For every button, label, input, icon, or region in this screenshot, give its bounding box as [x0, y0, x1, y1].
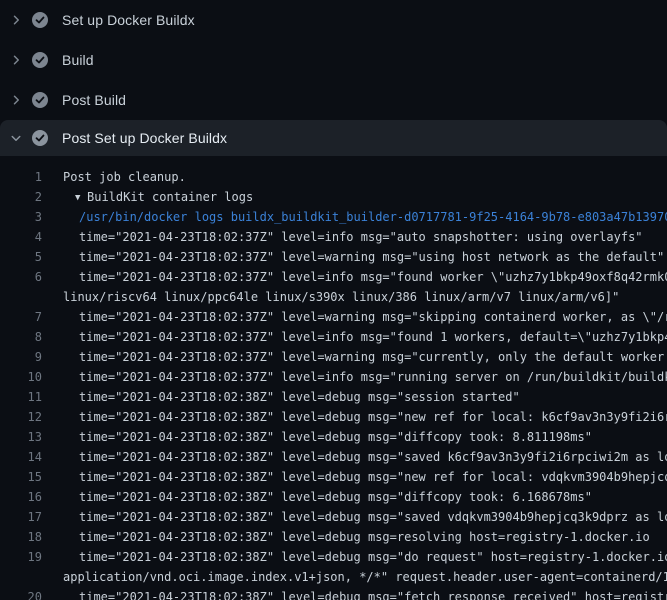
chevron-right-icon — [10, 14, 22, 26]
log-line-number — [0, 287, 42, 307]
log-line: 12 time="2021-04-23T18:02:38Z" level=deb… — [0, 407, 667, 427]
chevron-right-icon — [10, 54, 22, 66]
step-label: Post Build — [62, 92, 126, 108]
step-row-build[interactable]: Build — [0, 40, 667, 80]
log-line: 18 time="2021-04-23T18:02:38Z" level=deb… — [0, 527, 667, 547]
log-line-text: time="2021-04-23T18:02:38Z" level=debug … — [79, 387, 520, 407]
log-line-number[interactable]: 5 — [0, 247, 42, 267]
log-line-number[interactable]: 16 — [0, 487, 42, 507]
step-label: Post Set up Docker Buildx — [62, 130, 227, 146]
step-row-set-up-docker-buildx[interactable]: Set up Docker Buildx — [0, 0, 667, 40]
log-viewer[interactable]: 1 Post job cleanup. 2 ▼BuildKit containe… — [0, 156, 667, 600]
log-line: 5 time="2021-04-23T18:02:37Z" level=warn… — [0, 247, 667, 267]
log-line-text: time="2021-04-23T18:02:38Z" level=debug … — [79, 427, 592, 447]
step-label: Set up Docker Buildx — [62, 12, 195, 28]
log-line-number[interactable]: 3 — [0, 207, 42, 227]
steps-list: Set up Docker Buildx Build Post Build Po… — [0, 0, 667, 156]
check-circle-icon — [32, 92, 48, 108]
log-line: 9 time="2021-04-23T18:02:37Z" level=warn… — [0, 347, 667, 367]
log-line: 17 time="2021-04-23T18:02:38Z" level=deb… — [0, 507, 667, 527]
log-line: 13 time="2021-04-23T18:02:38Z" level=deb… — [0, 427, 667, 447]
log-line-continuation: application/vnd.oci.image.index.v1+json,… — [0, 567, 667, 587]
log-line-number[interactable]: 4 — [0, 227, 42, 247]
log-line-text: time="2021-04-23T18:02:37Z" level=warnin… — [79, 347, 667, 367]
log-group-title: BuildKit container logs — [87, 190, 253, 204]
log-line-number[interactable]: 13 — [0, 427, 42, 447]
log-line-continuation: linux/riscv64 linux/ppc64le linux/s390x … — [0, 287, 667, 307]
log-group-line[interactable]: 2 ▼BuildKit container logs — [0, 187, 667, 207]
log-line-text: linux/riscv64 linux/ppc64le linux/s390x … — [63, 287, 619, 307]
log-line-text: time="2021-04-23T18:02:37Z" level=info m… — [79, 367, 667, 387]
log-line: 15 time="2021-04-23T18:02:38Z" level=deb… — [0, 467, 667, 487]
log-line-text: time="2021-04-23T18:02:37Z" level=info m… — [79, 327, 667, 347]
chevron-right-icon — [10, 94, 22, 106]
log-line-number[interactable]: 2 — [0, 187, 42, 207]
log-line-number[interactable]: 7 — [0, 307, 42, 327]
log-line-text: time="2021-04-23T18:02:38Z" level=debug … — [79, 547, 667, 567]
log-line-text: time="2021-04-23T18:02:37Z" level=warnin… — [79, 247, 664, 267]
log-line: 10 time="2021-04-23T18:02:37Z" level=inf… — [0, 367, 667, 387]
log-line-text: time="2021-04-23T18:02:37Z" level=warnin… — [79, 307, 667, 327]
log-line: 19 time="2021-04-23T18:02:38Z" level=deb… — [0, 547, 667, 567]
log-line: 7 time="2021-04-23T18:02:37Z" level=warn… — [0, 307, 667, 327]
log-line-text: time="2021-04-23T18:02:37Z" level=info m… — [79, 267, 667, 287]
chevron-down-icon — [10, 132, 22, 144]
log-line: 16 time="2021-04-23T18:02:38Z" level=deb… — [0, 487, 667, 507]
log-line-text: time="2021-04-23T18:02:38Z" level=debug … — [79, 467, 667, 487]
step-row-post-build[interactable]: Post Build — [0, 80, 667, 120]
log-line: 3 /usr/bin/docker logs buildx_buildkit_b… — [0, 207, 667, 227]
log-line: 8 time="2021-04-23T18:02:37Z" level=info… — [0, 327, 667, 347]
check-circle-icon — [32, 12, 48, 28]
check-circle-icon — [32, 52, 48, 68]
step-label: Build — [62, 52, 94, 68]
log-line-number[interactable]: 18 — [0, 527, 42, 547]
caret-down-icon[interactable]: ▼ — [75, 188, 87, 208]
log-line-text: time="2021-04-23T18:02:38Z" level=debug … — [79, 507, 667, 527]
log-command-text: /usr/bin/docker logs buildx_buildkit_bui… — [79, 207, 667, 227]
log-line: 11 time="2021-04-23T18:02:38Z" level=deb… — [0, 387, 667, 407]
log-line-number[interactable]: 10 — [0, 367, 42, 387]
log-line: 1 Post job cleanup. — [0, 167, 667, 187]
log-line-text: time="2021-04-23T18:02:37Z" level=info m… — [79, 227, 643, 247]
log-line: 14 time="2021-04-23T18:02:38Z" level=deb… — [0, 447, 667, 467]
log-line-text: time="2021-04-23T18:02:38Z" level=debug … — [79, 487, 592, 507]
log-line-number[interactable]: 1 — [0, 167, 42, 187]
log-line: 6 time="2021-04-23T18:02:37Z" level=info… — [0, 267, 667, 287]
log-line-number[interactable]: 15 — [0, 467, 42, 487]
log-line: 20 time="2021-04-23T18:02:38Z" level=deb… — [0, 587, 667, 600]
log-line-number[interactable]: 9 — [0, 347, 42, 367]
log-line-text: time="2021-04-23T18:02:38Z" level=debug … — [79, 447, 667, 467]
log-line-number[interactable]: 8 — [0, 327, 42, 347]
log-line-number — [0, 567, 42, 587]
log-line-number[interactable]: 17 — [0, 507, 42, 527]
log-line: 4 time="2021-04-23T18:02:37Z" level=info… — [0, 227, 667, 247]
log-line-text: time="2021-04-23T18:02:38Z" level=debug … — [79, 527, 650, 547]
log-line-number[interactable]: 14 — [0, 447, 42, 467]
check-circle-icon — [32, 130, 48, 146]
log-line-text: ▼BuildKit container logs — [63, 187, 253, 207]
step-row-post-set-up-docker-buildx[interactable]: Post Set up Docker Buildx — [0, 120, 667, 156]
log-line-number[interactable]: 6 — [0, 267, 42, 287]
log-line-text: time="2021-04-23T18:02:38Z" level=debug … — [79, 587, 667, 600]
log-line-text: Post job cleanup. — [63, 167, 186, 187]
log-line-number[interactable]: 19 — [0, 547, 42, 567]
log-line-text: application/vnd.oci.image.index.v1+json,… — [63, 567, 667, 587]
log-line-number[interactable]: 11 — [0, 387, 42, 407]
log-line-number[interactable]: 20 — [0, 587, 42, 600]
log-line-number[interactable]: 12 — [0, 407, 42, 427]
log-line-text: time="2021-04-23T18:02:38Z" level=debug … — [79, 407, 667, 427]
